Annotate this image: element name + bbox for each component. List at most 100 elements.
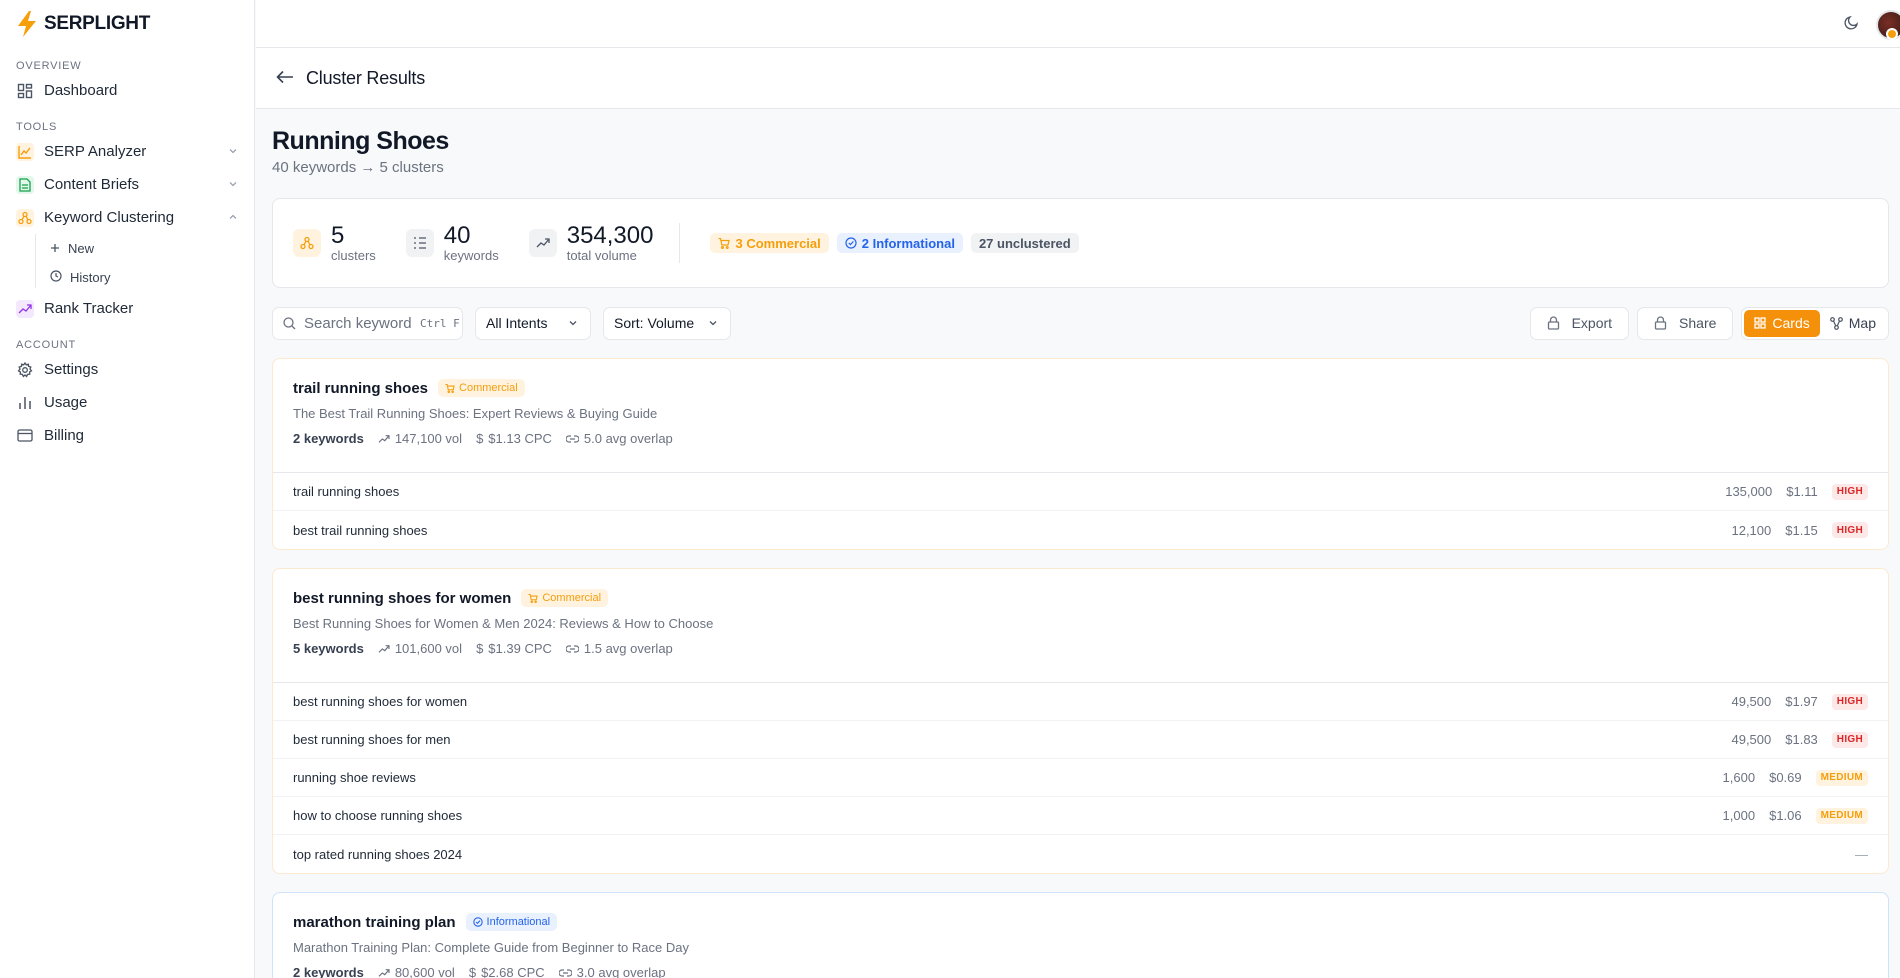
network-icon xyxy=(1829,316,1843,330)
keyword-count: 2 keywords xyxy=(293,431,364,446)
trending-up-icon xyxy=(378,644,390,653)
back-arrow-icon[interactable] xyxy=(276,70,294,87)
dollar-icon: $ xyxy=(476,431,484,446)
theme-toggle-moon-icon[interactable] xyxy=(1844,14,1860,33)
logo-text: SERPLIGHT xyxy=(44,13,151,34)
export-button[interactable]: Export xyxy=(1529,306,1630,340)
chevron-down-icon xyxy=(228,176,238,193)
cpc-value: $1.13 CPC xyxy=(488,431,552,446)
share-button[interactable]: Share xyxy=(1637,306,1734,340)
sidebar-item-settings[interactable]: Settings xyxy=(0,353,254,386)
cluster-card-header: trail running shoes Commercial The Best … xyxy=(273,359,1888,473)
cluster-meta: 2 keywords 80,600 vol $ $2.68 CPC 3.0 avg… xyxy=(293,965,1868,978)
informational-count-label: 2 Informational xyxy=(861,235,955,251)
cart-icon xyxy=(445,383,455,393)
cluster-title: trail running shoes xyxy=(293,379,429,397)
keyword-row[interactable]: top rated running shoes 2024 — xyxy=(273,835,1888,873)
no-data-dash: — xyxy=(1855,846,1868,862)
keyword-cpc: $1.15 xyxy=(1785,522,1818,538)
view-map-button[interactable]: Map xyxy=(1820,310,1886,337)
sidebar-item-content-briefs[interactable]: Content Briefs xyxy=(0,168,254,201)
sidebar-item-rank-tracker[interactable]: Rank Tracker xyxy=(0,292,254,325)
cluster-description: Marathon Training Plan: Complete Guide f… xyxy=(293,940,689,955)
cluster-description: The Best Trail Running Shoes: Expert Rev… xyxy=(293,406,658,421)
keyword-text: how to choose running shoes xyxy=(293,808,463,823)
chevron-down-icon xyxy=(709,321,717,326)
trending-up-icon xyxy=(16,299,34,318)
keyword-row[interactable]: best running shoes for women 49,500 $1.9… xyxy=(273,683,1888,721)
sidebar-item-label: Usage xyxy=(44,394,88,411)
sidebar-item-billing[interactable]: Billing xyxy=(0,419,254,452)
keyword-text: top rated running shoes 2024 xyxy=(293,846,463,862)
lock-icon xyxy=(1547,316,1559,330)
overlap-value: 3.0 avg overlap xyxy=(576,965,666,978)
page-header-title: Cluster Results xyxy=(306,67,426,88)
share-label: Share xyxy=(1679,315,1717,331)
stat-clusters-value: 5 xyxy=(331,222,345,249)
intent-badge: Commercial xyxy=(521,589,609,607)
commercial-count-badge: 3 Commercial xyxy=(710,233,829,253)
sidebar-item-label: Billing xyxy=(44,427,85,444)
overlap-value: 5.0 avg overlap xyxy=(583,431,673,446)
competition-badge: MEDIUM xyxy=(1815,807,1868,824)
check-circle-icon xyxy=(845,237,857,249)
bar-chart-icon xyxy=(16,394,34,412)
cluster-icon xyxy=(16,208,34,227)
cart-icon xyxy=(718,237,731,249)
sidebar-subitem-label: History xyxy=(70,270,111,285)
keyword-row[interactable]: how to choose running shoes 1,000 $1.06 … xyxy=(273,797,1888,835)
overlap-meta: 3.0 avg overlap xyxy=(558,965,666,978)
chevron-down-icon xyxy=(228,143,238,160)
keyword-cpc: $0.69 xyxy=(1769,770,1802,785)
keyword-count: 5 keywords xyxy=(293,641,364,656)
keyword-cpc: $1.97 xyxy=(1785,694,1818,709)
sidebar-item-keyword-clustering[interactable]: Keyword Clustering xyxy=(0,201,254,234)
commercial-count-label: 3 Commercial xyxy=(735,235,821,251)
view-cards-button[interactable]: Cards xyxy=(1744,309,1820,337)
keyword-row[interactable]: best trail running shoes 12,100 $1.15 HI… xyxy=(273,511,1888,549)
keyword-row[interactable]: running shoe reviews 1,600 $0.69 MEDIUM xyxy=(273,759,1888,797)
search-shortcut: Ctrl F xyxy=(420,316,460,330)
view-toggle: Cards Map xyxy=(1741,306,1889,340)
intent-filter-select[interactable]: All Intents xyxy=(475,306,591,340)
clock-icon xyxy=(50,270,62,285)
keyword-text: running shoe reviews xyxy=(293,770,416,785)
sidebar-item-label: Content Briefs xyxy=(44,176,140,193)
cpc-meta: $ $2.68 CPC xyxy=(469,965,545,978)
search-input[interactable] xyxy=(304,314,412,332)
stat-clusters: 5 clusters xyxy=(293,223,376,263)
sort-select[interactable]: Sort: Volume xyxy=(603,306,731,340)
sidebar-item-usage[interactable]: Usage xyxy=(0,386,254,419)
trending-up-icon xyxy=(378,968,390,977)
cpc-value: $1.39 CPC xyxy=(488,641,552,656)
cluster-card[interactable]: marathon training plan Informational Mar… xyxy=(272,892,1889,978)
volume-value: 101,600 vol xyxy=(394,641,463,656)
sidebar-subitem-new[interactable]: New xyxy=(0,234,254,263)
stat-keywords: 40 keywords xyxy=(405,222,499,263)
logo[interactable]: SERPLIGHT xyxy=(0,0,254,48)
dollar-icon: $ xyxy=(476,641,484,656)
trending-up-icon xyxy=(528,229,557,257)
overlap-meta: 1.5 avg overlap xyxy=(565,641,673,656)
page-header: Cluster Results xyxy=(256,48,1900,109)
cluster-card[interactable]: best running shoes for women Commercial … xyxy=(272,568,1889,874)
cluster-card[interactable]: trail running shoes Commercial The Best … xyxy=(272,358,1889,550)
volume-meta: 80,600 vol xyxy=(378,965,455,978)
keyword-volume: 49,500 xyxy=(1731,732,1772,747)
avatar[interactable] xyxy=(1876,10,1900,40)
stat-keywords-value: 40 xyxy=(443,222,471,249)
view-map-label: Map xyxy=(1848,315,1876,331)
sidebar-item-dashboard[interactable]: Dashboard xyxy=(0,74,254,107)
sidebar-subitem-history[interactable]: History xyxy=(0,263,254,292)
stat-volume-label: total volume xyxy=(566,248,637,263)
chart-icon xyxy=(16,142,34,161)
stat-keywords-label: keywords xyxy=(443,248,499,263)
trending-up-icon xyxy=(378,434,390,443)
plus-icon xyxy=(50,241,60,256)
cluster-card-header: marathon training plan Informational Mar… xyxy=(273,893,1888,978)
keyword-row[interactable]: best running shoes for men 49,500 $1.83 … xyxy=(273,721,1888,759)
keyword-text: best running shoes for women xyxy=(293,694,468,709)
keyword-cpc: $1.83 xyxy=(1785,732,1818,747)
keyword-row[interactable]: trail running shoes 135,000 $1.11 HIGH xyxy=(273,473,1888,511)
sidebar-item-serp-analyzer[interactable]: SERP Analyzer xyxy=(0,135,254,168)
